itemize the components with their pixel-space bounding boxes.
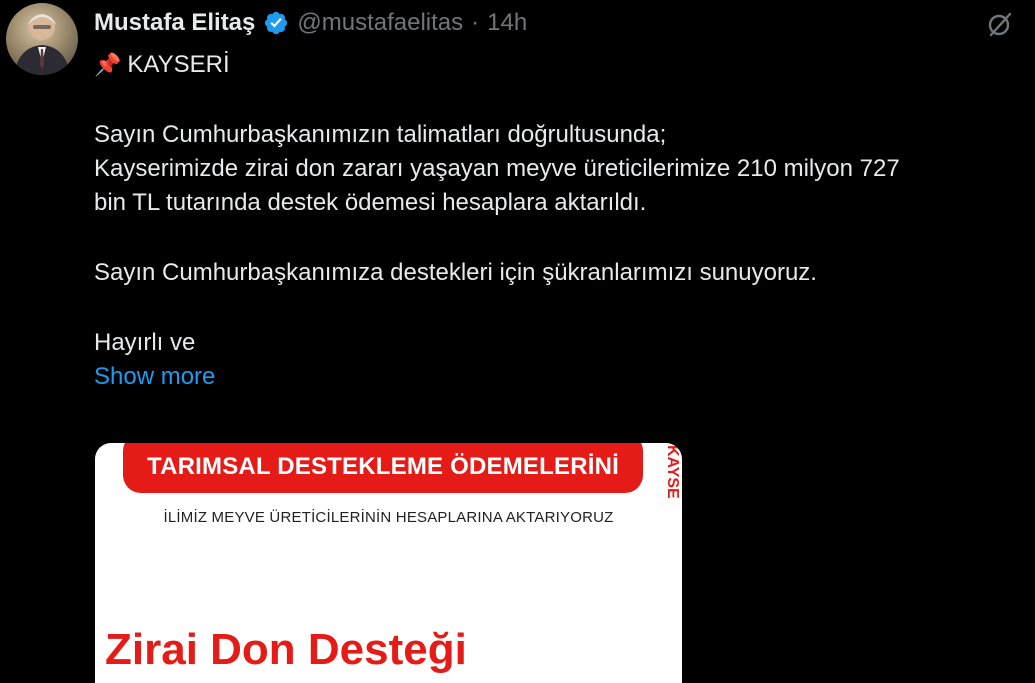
verified-badge-icon [265, 11, 288, 35]
tweet-timestamp[interactable]: 14h [487, 9, 527, 37]
text-line: Kayserimizde zirai don zararı yaşayan me… [94, 155, 900, 182]
grok-icon[interactable] [986, 10, 1014, 38]
author-name[interactable]: Mustafa Elitaş [94, 9, 255, 37]
avatar-image [14, 14, 70, 75]
pushpin-icon: 📌 [94, 52, 122, 77]
text-line: Sayın Cumhurbaşkanımıza destekleri için … [94, 259, 817, 286]
location-text: KAYSERİ [127, 51, 230, 78]
tweet-media-image[interactable]: TARIMSAL DESTEKLEME ÖDEMELERİNİ KAYSE İL… [95, 443, 682, 683]
avatar[interactable] [6, 3, 78, 75]
show-more-link[interactable]: Show more [94, 360, 1035, 394]
tweet-text: 📌 KAYSERİ Sayın Cumhurbaşkanımızın talima… [94, 48, 1035, 394]
author-handle[interactable]: @mustafaelitas [297, 9, 463, 37]
tweet-header: Mustafa Elitaş @mustafaelitas · 14h [94, 6, 527, 40]
location-line: 📌 KAYSERİ [94, 48, 1035, 82]
header-separator: · [471, 9, 480, 36]
media-side-label: KAYSE [664, 445, 681, 499]
text-line: Sayın Cumhurbaşkanımızın talimatları doğ… [94, 121, 667, 148]
media-title: Zirai Don Desteği [105, 625, 467, 674]
media-subline: İLİMİZ MEYVE ÜRETİCİLERİNİN HESAPLARINA … [163, 509, 614, 526]
text-line: bin TL tutarında destek ödemesi hesaplar… [94, 189, 647, 216]
text-line: Hayırlı ve [94, 329, 196, 356]
media-banner: TARIMSAL DESTEKLEME ÖDEMELERİNİ [123, 443, 643, 493]
